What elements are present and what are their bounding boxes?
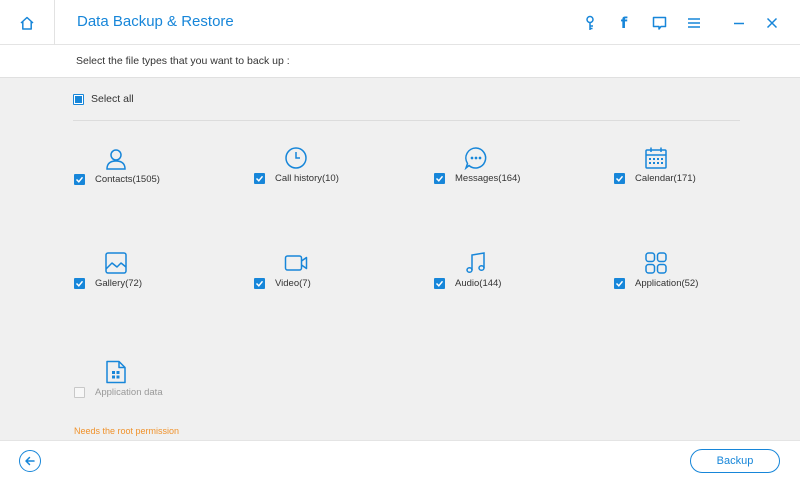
root-permission-note: Needs the root permission [74, 426, 180, 436]
key-button[interactable] [579, 12, 601, 34]
calendar-checkbox[interactable] [614, 173, 625, 184]
audio-label: Audio(144) [455, 278, 502, 289]
calendar-label: Calendar(171) [635, 173, 696, 184]
video-label: Video(7) [275, 278, 311, 289]
select-all-label: Select all [91, 93, 134, 105]
application-data-label: Application data [95, 387, 163, 398]
file-type-contacts[interactable]: Contacts(1505) [74, 147, 244, 197]
gallery-checkbox[interactable] [74, 278, 85, 289]
back-arrow-icon [25, 456, 35, 466]
application-checkbox[interactable] [614, 278, 625, 289]
contacts-label: Contacts(1505) [95, 174, 160, 185]
select-all-checkbox[interactable] [73, 93, 84, 105]
menu-icon [688, 18, 700, 28]
facebook-button[interactable]: f [613, 12, 635, 34]
file-type-application-data: Application data [74, 360, 244, 410]
file-type-application[interactable]: Application(52) [614, 251, 784, 301]
file-type-audio[interactable]: Audio(144) [434, 251, 604, 301]
close-icon [766, 17, 778, 29]
application-data-icon [106, 360, 126, 384]
app-title: Data Backup & Restore [77, 13, 234, 30]
file-type-messages[interactable]: Messages(164) [434, 146, 604, 196]
menu-button[interactable] [683, 12, 705, 34]
application-label: Application(52) [635, 278, 699, 289]
contacts-icon [106, 149, 126, 170]
select-all[interactable]: Select all [73, 93, 134, 105]
divider [73, 120, 740, 121]
title-bar: Data Backup & Restore f [0, 0, 800, 45]
home-button[interactable] [0, 0, 55, 45]
key-icon [586, 15, 594, 30]
backup-button[interactable]: Backup [690, 449, 780, 473]
audio-checkbox[interactable] [434, 278, 445, 289]
application-icon [645, 252, 667, 274]
facebook-icon: f [620, 14, 628, 32]
instruction-bar: Select the file types that you want to b… [0, 45, 800, 78]
instruction-text: Select the file types that you want to b… [76, 55, 290, 67]
application-data-checkbox [74, 387, 85, 398]
file-type-call-history[interactable]: Call history(10) [254, 146, 424, 196]
call-history-label: Call history(10) [275, 173, 339, 184]
feedback-icon [652, 16, 666, 30]
footer-bar: Backup [0, 440, 800, 485]
messages-label: Messages(164) [455, 173, 521, 184]
messages-icon [464, 147, 487, 170]
minimize-button[interactable] [728, 12, 750, 34]
video-checkbox[interactable] [254, 278, 265, 289]
file-type-calendar[interactable]: Calendar(171) [614, 146, 784, 196]
back-button[interactable] [19, 450, 41, 472]
messages-checkbox[interactable] [434, 173, 445, 184]
feedback-button[interactable] [648, 12, 670, 34]
close-button[interactable] [761, 12, 783, 34]
file-type-video[interactable]: Video(7) [254, 251, 424, 301]
minimize-icon [734, 22, 744, 25]
contacts-checkbox[interactable] [74, 174, 85, 185]
gallery-label: Gallery(72) [95, 278, 142, 289]
file-type-gallery[interactable]: Gallery(72) [74, 251, 244, 301]
call-history-icon [285, 147, 307, 169]
calendar-icon [645, 147, 667, 169]
call-history-checkbox[interactable] [254, 173, 265, 184]
audio-icon [466, 252, 485, 274]
gallery-icon [105, 252, 127, 274]
video-icon [284, 255, 308, 271]
home-icon [20, 16, 34, 30]
